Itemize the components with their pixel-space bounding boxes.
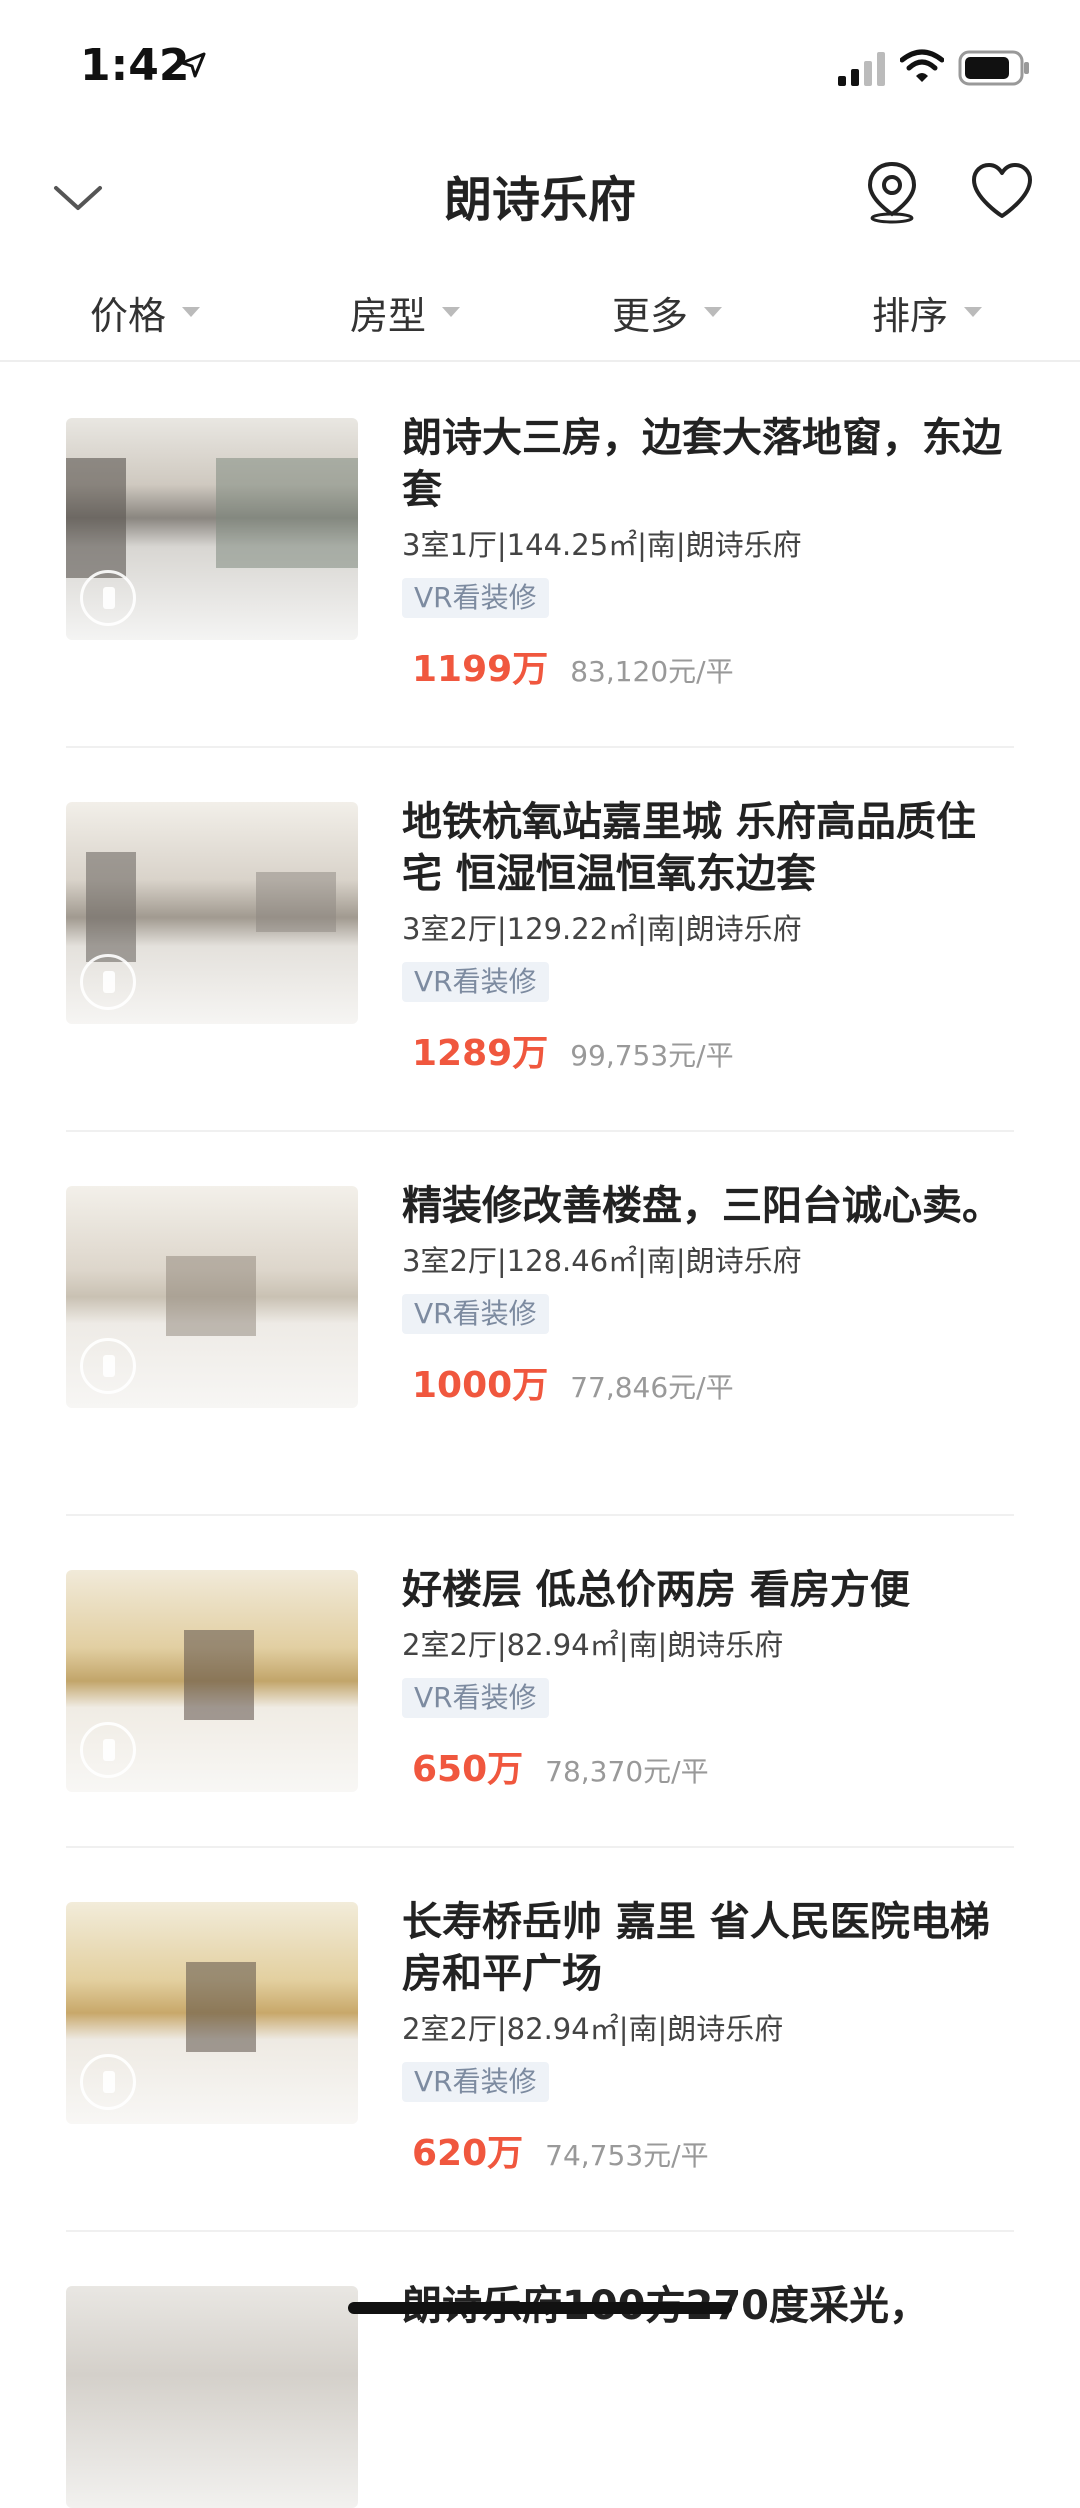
- filter-bar: 价格 房型 更多 排序: [0, 262, 1080, 362]
- listing-title: 好楼层 低总价两房 看房方便: [402, 1567, 910, 1613]
- listing-price: 650万: [412, 1749, 524, 1790]
- listing-price: 620万: [412, 2133, 524, 2174]
- filter-room-type[interactable]: 房型: [350, 284, 461, 340]
- filter-label: 排序: [872, 293, 949, 338]
- status-time: 1:42: [80, 40, 190, 91]
- listing-title: 精装修改善楼盘，三阳台诚心卖。: [402, 1183, 1002, 1229]
- dropdown-triangle-icon: [442, 307, 461, 317]
- listing-title: 朗诗大三房，边套大落地窗，东边套: [402, 415, 1002, 513]
- wifi-icon: [900, 49, 944, 82]
- listing-info: 朗诗大三房，边套大落地窗，东边套 3室1厅|144.25㎡|南|朗诗乐府 VR看…: [402, 412, 1014, 692]
- vr-tag: VR看装修: [402, 2062, 549, 2102]
- listing-price: 1000万: [412, 1365, 549, 1406]
- listing-price: 1199万: [412, 649, 549, 690]
- price-row: 1289万 99,753元/平: [402, 1024, 1014, 1076]
- listing-photo[interactable]: [66, 1570, 358, 1792]
- vr-tag: VR看装修: [402, 1678, 549, 1718]
- divider: [66, 2230, 1014, 2232]
- location-arrow-icon: [180, 52, 206, 78]
- listing-photo[interactable]: [66, 2286, 358, 2508]
- price-row: 1199万 83,120元/平: [402, 640, 1014, 692]
- price-row: 1000万 77,846元/平: [402, 1356, 1014, 1408]
- vr-tag: VR看装修: [402, 962, 549, 1002]
- listing-unit-price: 99,753元/平: [570, 1039, 734, 1072]
- vr-badge-icon: [80, 1722, 136, 1778]
- dropdown-triangle-icon: [964, 307, 983, 317]
- listing-unit-price: 74,753元/平: [545, 2139, 709, 2172]
- vr-tag: VR看装修: [402, 578, 549, 618]
- divider: [66, 746, 1014, 748]
- filter-sort[interactable]: 排序: [872, 284, 983, 340]
- favorite-heart-icon[interactable]: [970, 162, 1034, 222]
- listing-title: 长寿桥岳帅 嘉里 省人民医院电梯房和平广场: [402, 1899, 990, 1997]
- vr-badge-icon: [80, 570, 136, 626]
- listing-meta: 3室2厅|128.46㎡|南|朗诗乐府: [402, 1244, 802, 1278]
- listing-unit-price: 77,846元/平: [570, 1371, 734, 1404]
- battery-icon: [958, 50, 1029, 86]
- filter-label: 价格: [90, 293, 167, 338]
- listing-unit-price: 78,370元/平: [545, 1755, 709, 1788]
- listing-info: 好楼层 低总价两房 看房方便 2室2厅|82.94㎡|南|朗诗乐府 VR看装修 …: [402, 1564, 1014, 1792]
- dropdown-triangle-icon: [182, 307, 201, 317]
- status-bar: 1:42: [0, 0, 1080, 130]
- listing-meta: 2室2厅|82.94㎡|南|朗诗乐府: [402, 2012, 784, 2046]
- divider: [66, 1846, 1014, 1848]
- map-pin-icon[interactable]: [862, 160, 922, 224]
- listing-photo[interactable]: [66, 418, 358, 640]
- listing-info: 精装修改善楼盘，三阳台诚心卖。 3室2厅|128.46㎡|南|朗诗乐府 VR看装…: [402, 1180, 1014, 1408]
- listing-photo[interactable]: [66, 1902, 358, 2124]
- listing-photo[interactable]: [66, 802, 358, 1024]
- cellular-signal-icon: [838, 52, 885, 86]
- vr-badge-icon: [80, 954, 136, 1010]
- divider: [66, 1514, 1014, 1516]
- listing-unit-price: 83,120元/平: [570, 655, 734, 688]
- home-indicator[interactable]: [348, 2302, 732, 2314]
- listing-meta: 3室2厅|129.22㎡|南|朗诗乐府: [402, 912, 802, 946]
- nav-header: 朗诗乐府: [0, 130, 1080, 260]
- filter-more[interactable]: 更多: [612, 284, 723, 340]
- filter-label: 房型: [350, 293, 427, 338]
- vr-badge-icon: [80, 2054, 136, 2110]
- listing-meta: 2室2厅|82.94㎡|南|朗诗乐府: [402, 1628, 784, 1662]
- price-row: 620万 74,753元/平: [402, 2124, 1014, 2176]
- listing-meta: 3室1厅|144.25㎡|南|朗诗乐府: [402, 528, 802, 562]
- listing-price: 1289万: [412, 1033, 549, 1074]
- price-row: 650万 78,370元/平: [402, 1740, 1014, 1792]
- vr-badge-icon: [80, 1338, 136, 1394]
- vr-tag: VR看装修: [402, 1294, 549, 1334]
- listing-info: 地铁杭氧站嘉里城 乐府高品质住宅 恒湿恒温恒氧东边套 3室2厅|129.22㎡|…: [402, 796, 1014, 1076]
- filter-price[interactable]: 价格: [90, 284, 201, 340]
- listing-title: 地铁杭氧站嘉里城 乐府高品质住宅 恒湿恒温恒氧东边套: [402, 799, 976, 897]
- listing-photo[interactable]: [66, 1186, 358, 1408]
- dropdown-triangle-icon: [704, 307, 723, 317]
- filter-label: 更多: [612, 293, 689, 338]
- listing-info: 长寿桥岳帅 嘉里 省人民医院电梯房和平广场 2室2厅|82.94㎡|南|朗诗乐府…: [402, 1896, 1014, 2176]
- divider: [66, 1130, 1014, 1132]
